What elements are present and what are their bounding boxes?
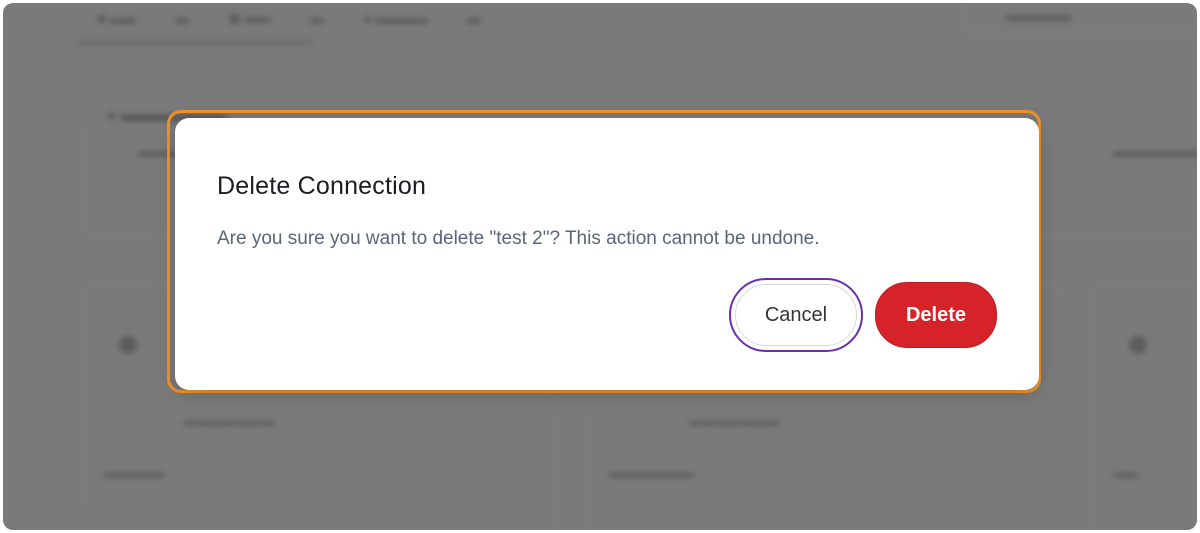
background-nav-item: ■ ▬▬ — [98, 10, 136, 26]
background-card-meta: ▬▬▬▬▬ — [104, 466, 164, 480]
background-nav-item: ▣ ▬▬ — [228, 10, 271, 25]
background-panel-text: ▬▬▬▬▬▬▬ — [1113, 144, 1197, 159]
delete-connection-dialog: Delete Connection Are you sure you want … — [175, 118, 1039, 390]
background-card-tag: ▬▬▬▬▬▬▬ — [184, 414, 275, 428]
background-nav-item: ▬ — [466, 10, 480, 26]
background-card-meta: ▬▬▬▬▬▬▬ — [609, 466, 693, 480]
cancel-button[interactable]: Cancel — [729, 278, 863, 352]
background-card-icon — [1129, 336, 1147, 354]
cancel-button-label: Cancel — [764, 303, 828, 326]
background-card-tag: ▬▬▬▬▬▬▬ — [689, 414, 780, 428]
background-card-meta: ▬▬ — [1114, 466, 1138, 480]
background-nav-item: ● ▬▬▬▬ — [363, 10, 427, 26]
background-nav-item: ▬ — [175, 10, 189, 26]
background-nav-item: ▬ — [310, 10, 324, 26]
background-card-icon — [119, 336, 137, 354]
dialog-title: Delete Connection — [217, 172, 427, 200]
background-nav: ■ ▬▬ ▬ ▣ ▬▬ ▬ ● ▬▬▬▬ ▬ — [98, 3, 480, 33]
background-tab-underline — [78, 41, 313, 44]
background-card: ▬▬ — [1093, 285, 1197, 530]
dialog-message: Are you sure you want to delete "test 2"… — [217, 228, 820, 249]
background-search: ▬▬▬▬▬ — [965, 3, 1197, 33]
delete-button[interactable]: Delete — [875, 282, 997, 348]
